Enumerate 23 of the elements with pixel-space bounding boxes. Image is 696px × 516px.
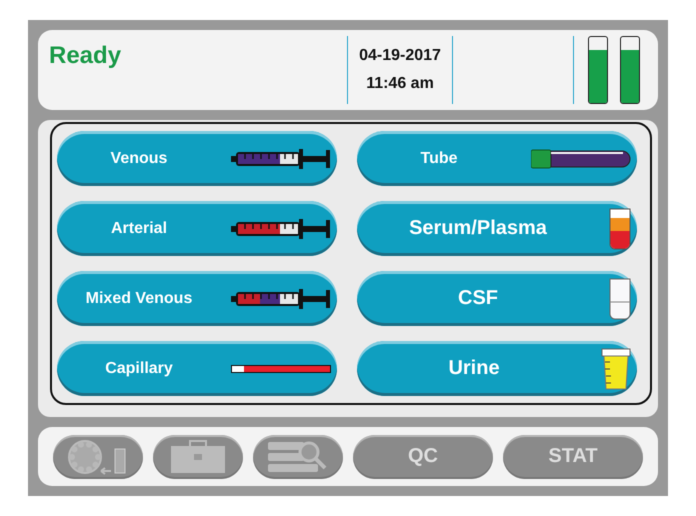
toolbox-icon <box>170 440 226 474</box>
syringe-icon <box>231 288 331 308</box>
search-list-icon <box>267 440 329 474</box>
sample-type-button[interactable]: Mixed Venous <box>57 271 337 326</box>
sample-type-button[interactable]: Serum/Plasma <box>357 201 637 256</box>
status-text: Ready <box>49 42 122 69</box>
sample-type-button[interactable]: Urine <box>357 341 637 396</box>
sample-cup-icon <box>609 208 631 250</box>
capillary-tube-icon <box>231 364 331 372</box>
time-text: 11:46 am <box>366 75 434 93</box>
test-tube-icon <box>531 148 631 168</box>
sample-type-button[interactable]: Venous <box>57 131 337 186</box>
date-text: 04-19-2017 <box>359 47 441 65</box>
sample-cup-icon <box>609 278 631 320</box>
sample-type-button[interactable]: Arterial <box>57 201 337 256</box>
sample-type-button[interactable]: Tube <box>357 131 637 186</box>
reagent-level-bar <box>588 36 608 104</box>
reagent-level-bar <box>620 36 640 104</box>
sample-type-button[interactable]: CSF <box>357 271 637 326</box>
syringe-icon <box>231 148 331 168</box>
urine-cup-icon <box>601 348 631 390</box>
syringe-icon <box>231 218 331 238</box>
sample-type-button[interactable]: Capillary <box>57 341 337 396</box>
